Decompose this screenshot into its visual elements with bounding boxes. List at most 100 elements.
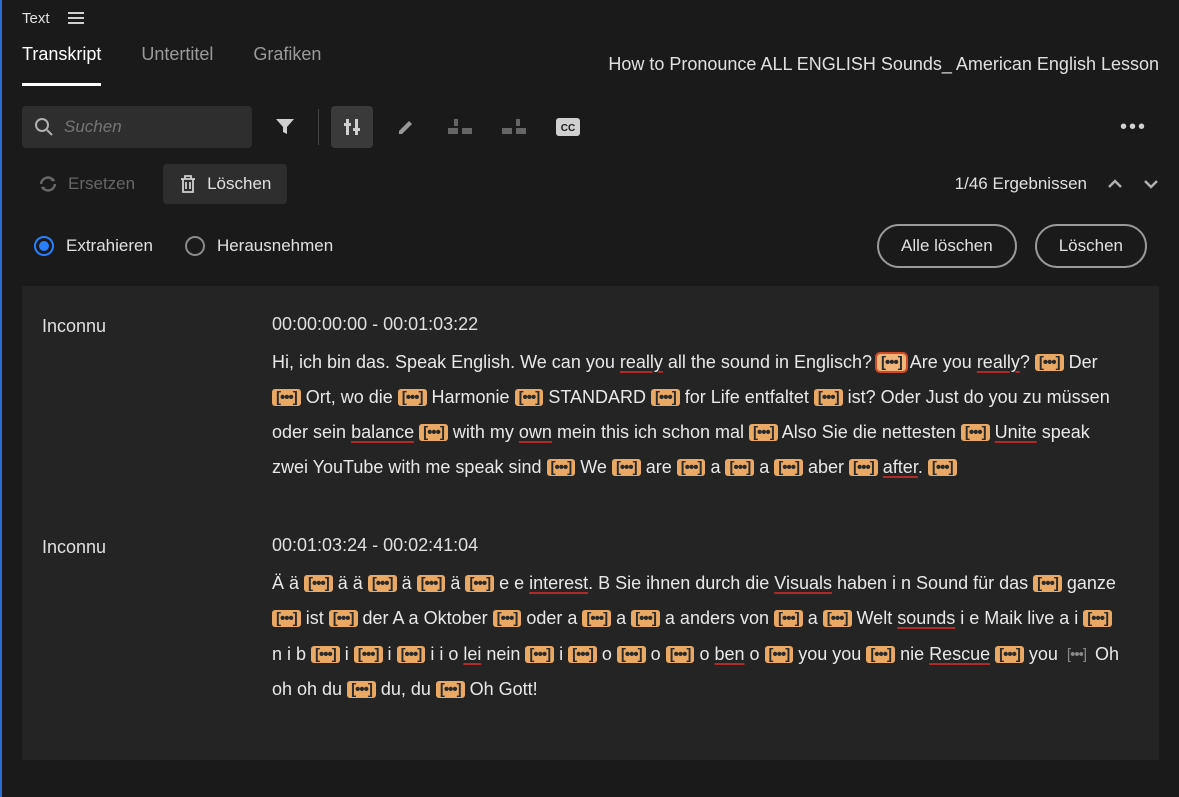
- pause-marker-icon[interactable]: [823, 610, 852, 627]
- transcript-area[interactable]: Inconnu00:00:00:00 - 00:01:03:22Hi, ich …: [22, 286, 1159, 760]
- edit-button[interactable]: [385, 106, 427, 148]
- insert-button-2[interactable]: [493, 106, 535, 148]
- pause-marker-icon[interactable]: [1063, 646, 1090, 663]
- flagged-word[interactable]: balance: [351, 422, 414, 442]
- pause-marker-icon[interactable]: [436, 681, 465, 698]
- flagged-word[interactable]: lei: [463, 644, 481, 664]
- search-input[interactable]: [64, 117, 224, 137]
- flagged-word[interactable]: Unite: [995, 422, 1037, 442]
- pause-marker-icon[interactable]: [666, 646, 695, 663]
- pause-marker-icon[interactable]: [677, 459, 706, 476]
- transcript-segment[interactable]: Inconnu00:00:00:00 - 00:01:03:22 Hi, ich …: [22, 304, 1159, 525]
- delete-button[interactable]: Löschen: [163, 164, 287, 204]
- pause-marker-icon[interactable]: [329, 610, 358, 627]
- flagged-word[interactable]: really: [977, 352, 1020, 372]
- cc-icon: CC: [555, 117, 581, 137]
- radio-circle-icon: [34, 236, 54, 256]
- pause-marker-icon[interactable]: [525, 646, 554, 663]
- radio-remove-label: Herausnehmen: [217, 236, 333, 256]
- speaker-name[interactable]: Inconnu: [42, 314, 272, 485]
- pause-marker-icon[interactable]: [398, 389, 427, 406]
- pause-marker-icon[interactable]: [774, 459, 803, 476]
- pause-marker-icon[interactable]: [568, 646, 597, 663]
- pause-marker-icon[interactable]: [547, 459, 576, 476]
- segment-right-icon: [502, 118, 526, 136]
- pause-marker-icon[interactable]: [849, 459, 878, 476]
- search-box[interactable]: [22, 106, 252, 148]
- pause-marker-icon[interactable]: [347, 681, 376, 698]
- pause-marker-icon[interactable]: [417, 575, 446, 592]
- ellipsis-icon: •••: [1120, 116, 1147, 138]
- flagged-word[interactable]: ben: [714, 644, 744, 664]
- transcript-segment[interactable]: Inconnu00:01:03:24 - 00:02:41:04 Ä ä ä ä …: [22, 525, 1159, 746]
- pause-marker-icon[interactable]: [311, 646, 340, 663]
- radio-remove[interactable]: Herausnehmen: [185, 236, 333, 256]
- transcript-text[interactable]: Hi, ich bin das. Speak English. We can y…: [272, 345, 1121, 485]
- pause-marker-icon[interactable]: [465, 575, 494, 592]
- insert-button-1[interactable]: [439, 106, 481, 148]
- pause-marker-icon[interactable]: [304, 575, 333, 592]
- refresh-icon: [38, 175, 58, 193]
- search-icon: [34, 117, 54, 137]
- pause-marker-icon[interactable]: [995, 646, 1024, 663]
- timecode: 00:00:00:00 - 00:01:03:22: [272, 314, 1121, 335]
- chevron-up-icon: [1107, 179, 1123, 189]
- tab-transkript[interactable]: Transkript: [22, 44, 101, 86]
- flagged-word[interactable]: Rescue: [929, 644, 990, 664]
- pause-markers-button[interactable]: [331, 106, 373, 148]
- prev-result-button[interactable]: [1107, 179, 1123, 189]
- pause-marker-icon[interactable]: [749, 424, 778, 441]
- pause-marker-icon[interactable]: [582, 610, 611, 627]
- pause-marker-icon[interactable]: [928, 459, 957, 476]
- filter-button[interactable]: [264, 106, 306, 148]
- pause-marker-icon[interactable]: [814, 389, 843, 406]
- panel-menu-icon[interactable]: [68, 12, 84, 24]
- delete-all-button[interactable]: Alle löschen: [877, 224, 1017, 268]
- flagged-word[interactable]: interest: [529, 573, 588, 593]
- pause-marker-icon[interactable]: [1083, 610, 1112, 627]
- pause-marker-icon[interactable]: [631, 610, 660, 627]
- pause-marker-icon[interactable]: [354, 646, 383, 663]
- timecode: 00:01:03:24 - 00:02:41:04: [272, 535, 1121, 556]
- pause-marker-icon[interactable]: [1033, 575, 1062, 592]
- pause-marker-icon[interactable]: [961, 424, 990, 441]
- trash-icon: [179, 174, 197, 194]
- radio-circle-icon: [185, 236, 205, 256]
- more-options-button[interactable]: •••: [1108, 116, 1159, 139]
- speaker-name[interactable]: Inconnu: [42, 535, 272, 706]
- flagged-word[interactable]: sounds: [897, 608, 955, 628]
- pause-marker-icon[interactable]: [272, 610, 301, 627]
- funnel-icon: [275, 118, 295, 136]
- tab-grafiken[interactable]: Grafiken: [253, 44, 321, 86]
- transcript-text[interactable]: Ä ä ä ä ä ä e e interest. B Sie ihnen du…: [272, 566, 1121, 706]
- tab-untertitel[interactable]: Untertitel: [141, 44, 213, 86]
- pause-marker-icon[interactable]: [651, 389, 680, 406]
- results-count: 1/46 Ergebnissen: [955, 174, 1087, 194]
- delete-confirm-button[interactable]: Löschen: [1035, 224, 1147, 268]
- pause-marker-icon[interactable]: [272, 389, 301, 406]
- pause-marker-icon[interactable]: [493, 610, 522, 627]
- flagged-word[interactable]: after: [883, 457, 918, 477]
- pause-marker-icon[interactable]: [774, 610, 803, 627]
- pause-marker-icon[interactable]: [515, 389, 544, 406]
- pause-marker-icon[interactable]: [419, 424, 448, 441]
- pause-marker-icon[interactable]: [397, 646, 426, 663]
- flagged-word[interactable]: own: [519, 422, 552, 442]
- flagged-word[interactable]: really: [620, 352, 663, 372]
- pause-marker-icon[interactable]: [725, 459, 754, 476]
- pause-marker-icon[interactable]: [617, 646, 646, 663]
- radio-extract[interactable]: Extrahieren: [34, 236, 153, 256]
- pause-marker-icon[interactable]: [1035, 354, 1064, 371]
- pause-marker-icon[interactable]: [877, 354, 906, 371]
- replace-button[interactable]: Ersetzen: [22, 164, 151, 204]
- pause-marker-icon[interactable]: [866, 646, 895, 663]
- pause-marker-icon[interactable]: [765, 646, 794, 663]
- svg-text:CC: CC: [561, 123, 575, 134]
- pause-marker-icon[interactable]: [368, 575, 397, 592]
- radio-extract-label: Extrahieren: [66, 236, 153, 256]
- cc-button[interactable]: CC: [547, 106, 589, 148]
- next-result-button[interactable]: [1143, 179, 1159, 189]
- flagged-word[interactable]: Visuals: [774, 573, 832, 593]
- pause-marker-icon[interactable]: [612, 459, 641, 476]
- replace-label: Ersetzen: [68, 174, 135, 194]
